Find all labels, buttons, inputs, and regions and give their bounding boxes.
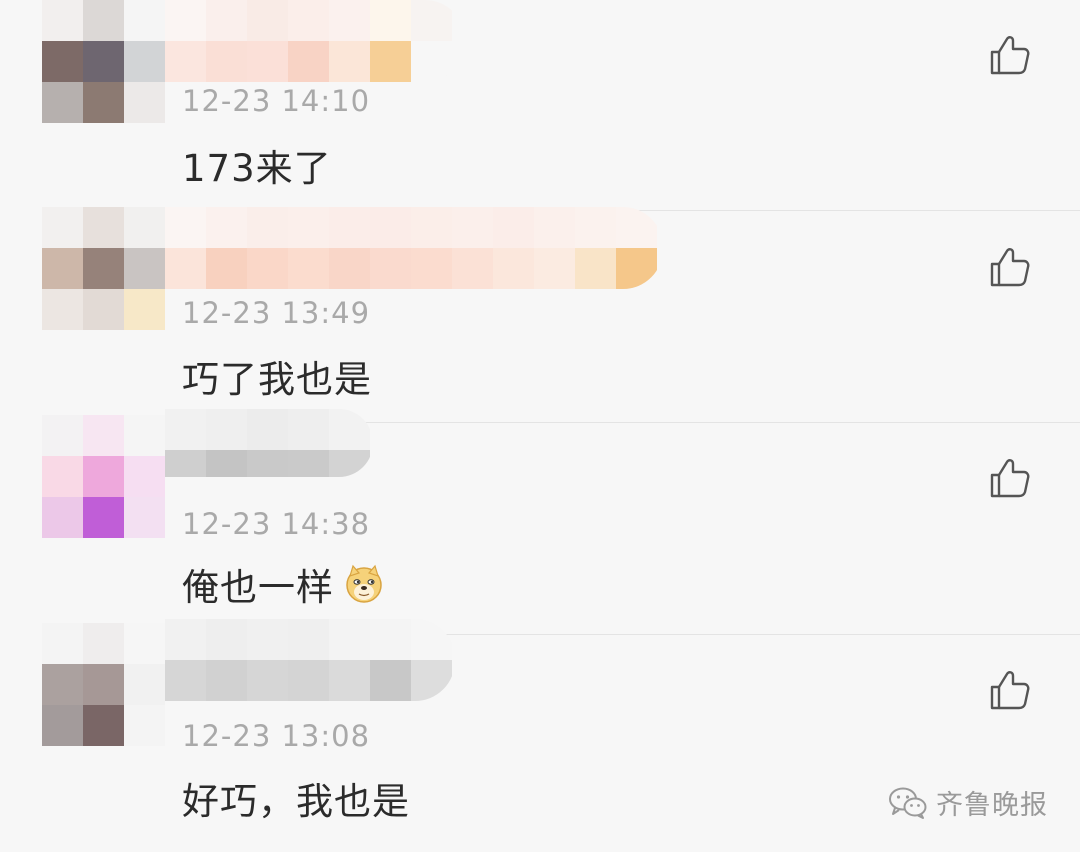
username-blurred[interactable]	[165, 0, 465, 82]
comment-item: 12-23 13:49 巧了我也是	[0, 207, 1080, 423]
thumbs-up-icon[interactable]	[988, 245, 1032, 289]
comment-time: 12-23 13:08	[182, 719, 371, 753]
thumbs-up-icon[interactable]	[988, 33, 1032, 77]
comment-text: 巧了我也是	[182, 358, 372, 401]
doge-emoji-icon	[346, 564, 382, 603]
comment-text: 173来了	[182, 147, 332, 190]
watermark: 齐鲁晚报	[888, 783, 1048, 822]
comment-text-body: 俺也一样	[182, 566, 334, 609]
comment-time: 12-23 14:10	[182, 84, 371, 118]
username-blurred[interactable]	[165, 409, 373, 477]
thumbs-up-icon[interactable]	[988, 668, 1032, 712]
username-blurred[interactable]	[165, 619, 455, 701]
username-blurred[interactable]	[165, 207, 663, 289]
avatar[interactable]	[42, 0, 165, 123]
comment-time: 12-23 14:38	[182, 507, 371, 541]
avatar[interactable]	[42, 415, 165, 538]
comment-text: 好巧，我也是	[182, 780, 410, 823]
comment-item: 12-23 14:10 173来了	[0, 0, 1080, 211]
comment-item: 12-23 14:38 俺也一样	[0, 409, 1080, 635]
comment-time: 12-23 13:49	[182, 296, 371, 330]
avatar[interactable]	[42, 623, 165, 746]
comment-text: 俺也一样	[182, 557, 384, 611]
watermark-label: 齐鲁晚报	[936, 790, 1048, 821]
wechat-icon	[889, 787, 927, 819]
thumbs-up-icon[interactable]	[988, 456, 1032, 500]
avatar[interactable]	[42, 207, 165, 330]
